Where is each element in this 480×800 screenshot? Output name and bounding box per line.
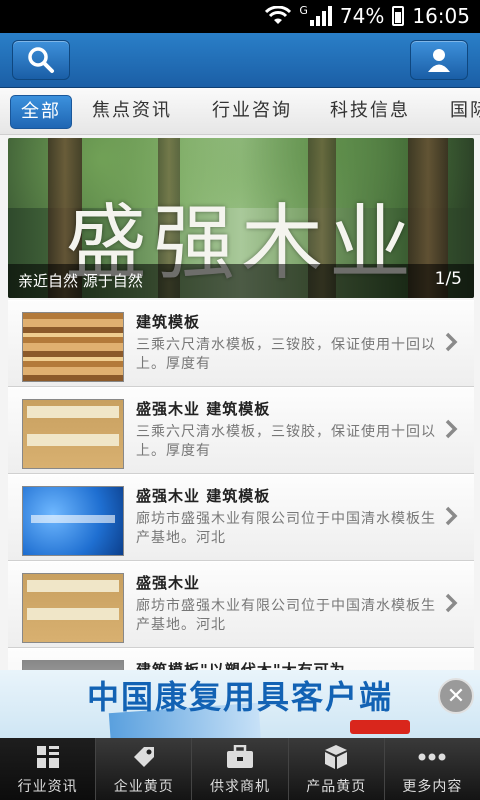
list-item[interactable]: 盛强木业 廊坊市盛强木业有限公司位于中国清水模板生产基地。河北 — [8, 561, 474, 648]
wifi-icon — [265, 6, 292, 24]
app-header — [0, 33, 480, 88]
box-icon — [324, 744, 348, 770]
search-button[interactable] — [12, 40, 70, 80]
status-icons: G 74% 16:05 — [265, 4, 470, 28]
user-icon — [428, 49, 450, 72]
banner-pager: 1/5 — [434, 269, 462, 289]
search-icon — [28, 47, 54, 73]
chevron-right-icon — [445, 506, 458, 526]
nav-label: 更多内容 — [402, 779, 463, 795]
item-thumbnail — [22, 573, 124, 643]
bottom-nav: 行业资讯 企业黄页 供求商机 产品黄页 更多内容 — [0, 738, 480, 800]
signal-icon — [309, 6, 332, 26]
item-description: 廊坊市盛强木业有限公司位于中国清水模板生产基地。河北 — [136, 511, 436, 546]
item-title: 盛强木业 — [136, 574, 201, 592]
list-item[interactable]: 建筑模板 三乘六尺清水模板，三铵胶，保证使用十回以上。厚度有 — [8, 300, 474, 387]
list-item[interactable]: 盛强木业 建筑模板 三乘六尺清水模板，三铵胶，保证使用十回以上。厚度有 — [8, 387, 474, 474]
nav-industry-news[interactable]: 行业资讯 — [0, 738, 96, 800]
battery-icon — [392, 6, 405, 26]
banner-caption-bar: 亲近自然 源于自然 1/5 — [8, 264, 474, 298]
item-description: 三乘六尺清水模板，三铵胶，保证使用十回以上。厚度有 — [136, 337, 436, 372]
user-button[interactable] — [410, 40, 468, 80]
item-description: 廊坊市盛强木业有限公司位于中国清水模板生产基地。河北 — [136, 598, 436, 633]
banner-caption: 亲近自然 源于自然 — [18, 272, 143, 290]
clock: 16:05 — [412, 4, 470, 28]
banner-slide[interactable]: 盛强木业 亲近自然 源于自然 1/5 — [8, 138, 474, 298]
category-tabs: 全部 焦点资讯 行业咨询 科技信息 国际 — [0, 88, 480, 135]
nav-more-content[interactable]: 更多内容 — [383, 738, 480, 800]
item-title: 盛强木业 建筑模板 — [136, 400, 271, 418]
tab-tech-info[interactable]: 科技信息 — [330, 95, 410, 127]
item-thumbnail — [22, 312, 124, 382]
status-bar: G 74% 16:05 — [0, 0, 480, 33]
grid-icon — [36, 744, 60, 770]
list-item[interactable]: 盛强木业 建筑模板 廊坊市盛强木业有限公司位于中国清水模板生产基地。河北 — [8, 474, 474, 561]
battery-percent: 74% — [339, 4, 385, 28]
nav-label: 行业资讯 — [17, 779, 78, 795]
ad-banner[interactable]: 中国康复用具客户端 ✕ — [0, 670, 480, 738]
item-thumbnail — [22, 486, 124, 556]
nav-label: 供求商机 — [210, 779, 270, 795]
item-description: 三乘六尺清水模板，三铵胶，保证使用十回以上。厚度有 — [136, 424, 436, 459]
ad-text: 中国康复用具客户端 — [86, 678, 393, 716]
tag-icon — [131, 744, 157, 770]
item-thumbnail — [22, 399, 124, 469]
chevron-right-icon — [445, 332, 458, 352]
more-icon — [418, 744, 446, 770]
item-title: 建筑模板 — [136, 313, 201, 331]
nav-label: 产品黄页 — [306, 779, 367, 795]
tab-industry-consulting[interactable]: 行业咨询 — [212, 95, 292, 127]
ad-logo — [350, 720, 410, 734]
nav-company-directory[interactable]: 企业黄页 — [95, 738, 191, 800]
item-title: 盛强木业 建筑模板 — [136, 487, 271, 505]
nav-label: 企业黄页 — [113, 779, 174, 795]
chevron-right-icon — [445, 419, 458, 439]
nav-supply-demand[interactable]: 供求商机 — [191, 738, 287, 800]
chevron-right-icon — [445, 593, 458, 613]
tab-focus-news[interactable]: 焦点资讯 — [92, 95, 172, 127]
tab-international[interactable]: 国际 — [450, 95, 480, 127]
briefcase-icon — [226, 744, 254, 770]
tab-all[interactable]: 全部 — [10, 95, 72, 129]
nav-product-directory[interactable]: 产品黄页 — [287, 738, 384, 800]
close-icon[interactable]: ✕ — [438, 678, 474, 714]
network-type: G — [299, 4, 308, 17]
